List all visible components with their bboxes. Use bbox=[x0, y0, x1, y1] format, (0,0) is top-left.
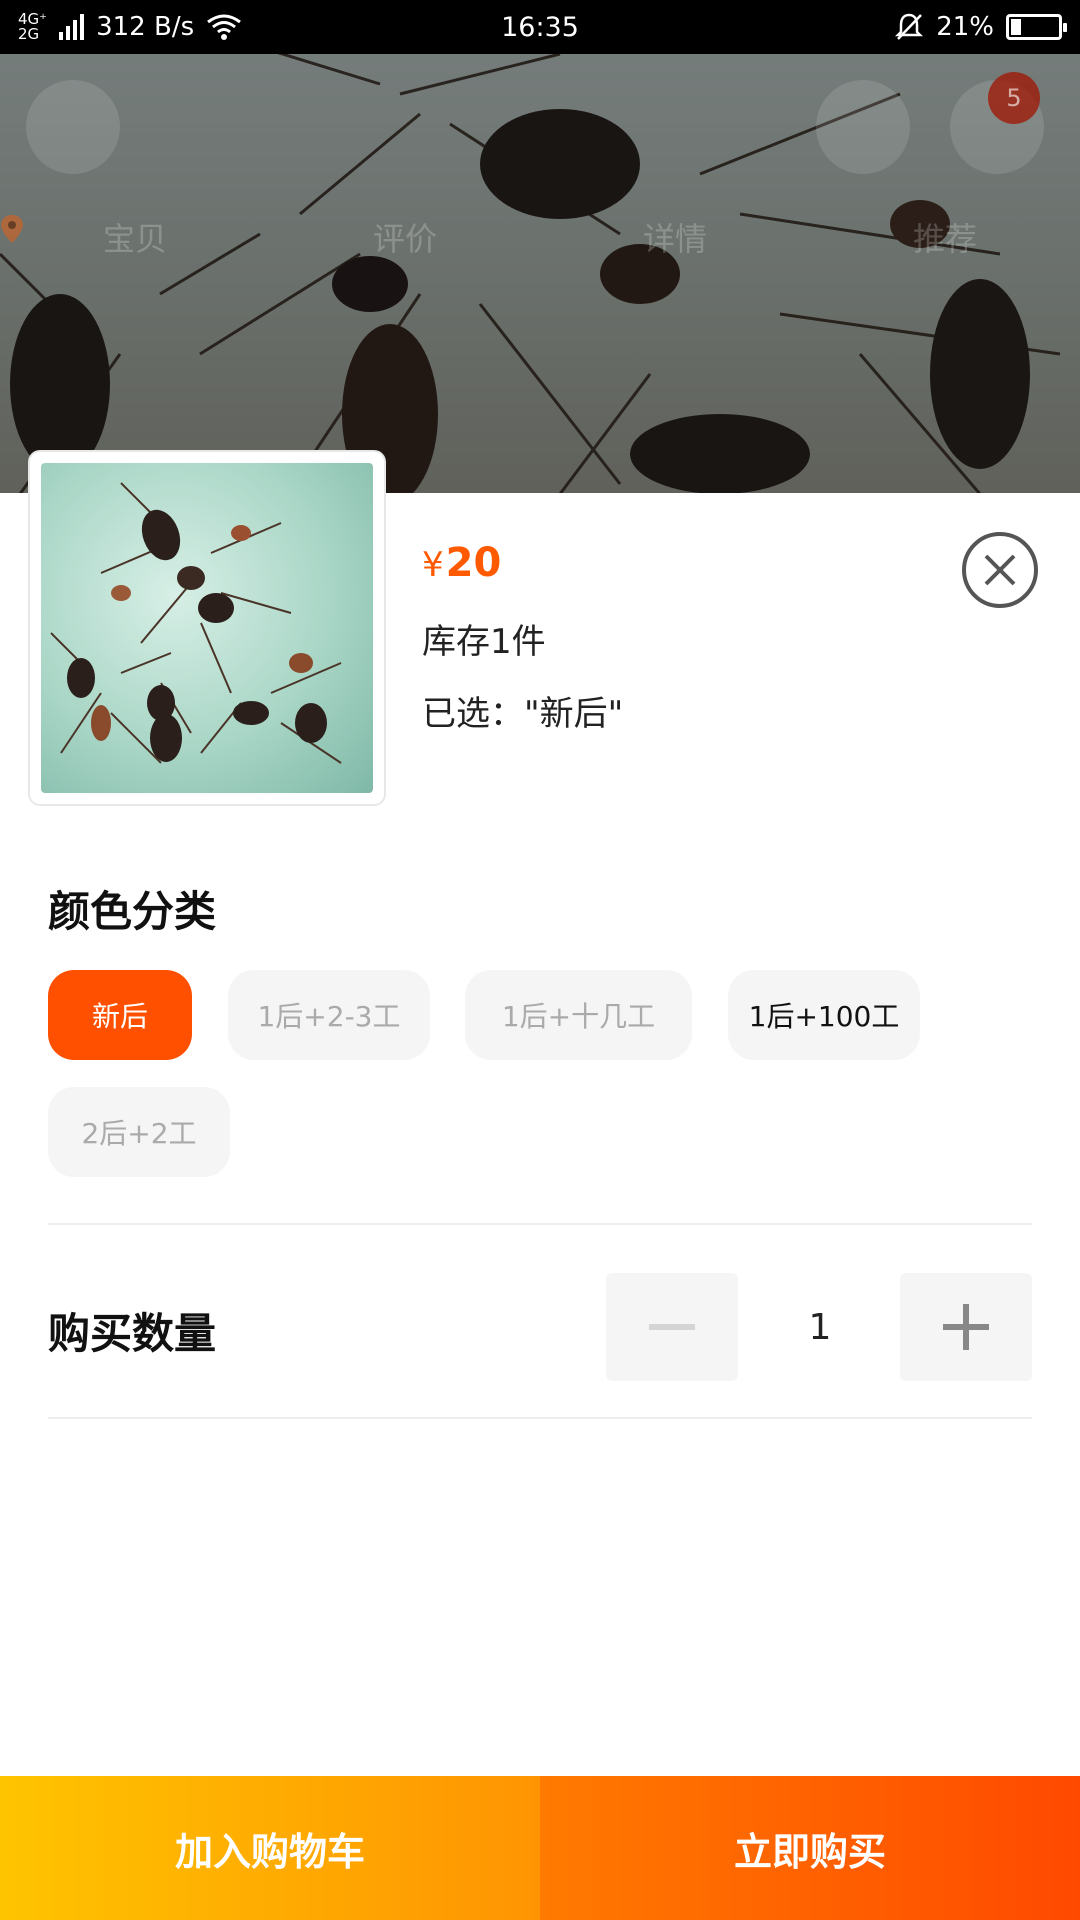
background-tab-label: 宝贝 bbox=[102, 220, 167, 258]
signal-icon bbox=[59, 14, 85, 40]
background-tab-label: 推荐 bbox=[912, 220, 977, 258]
product-price: ¥20 bbox=[422, 540, 501, 586]
status-bar: 4G⁺ 2G 312 B/s 16:35 21% bbox=[0, 0, 1080, 54]
network-type: 4G⁺ 2G bbox=[18, 12, 47, 42]
background-tab-bar: 宝贝 评价 详情 推荐 bbox=[0, 214, 1080, 260]
battery-fill bbox=[1011, 19, 1021, 35]
mute-bell-icon bbox=[895, 13, 924, 40]
spec-option-1q-2-3w[interactable]: 1后+2-3工 bbox=[228, 970, 430, 1060]
minus-icon bbox=[649, 1324, 695, 1330]
price-currency: ¥ bbox=[422, 545, 444, 585]
quantity-decrease-button[interactable] bbox=[606, 1273, 738, 1381]
product-thumbnail-image bbox=[41, 463, 373, 793]
background-tab-label: 详情 bbox=[642, 220, 707, 258]
close-button[interactable] bbox=[962, 532, 1038, 608]
add-to-cart-button[interactable]: 加入购物车 bbox=[0, 1776, 540, 1920]
background-tab-item: 宝贝 bbox=[0, 214, 270, 260]
background-tab-item: 详情 bbox=[540, 214, 810, 260]
spec-option-1q-100w[interactable]: 1后+100工 bbox=[728, 970, 920, 1060]
wifi-icon bbox=[207, 14, 242, 40]
background-back-button bbox=[26, 80, 120, 174]
price-value: 20 bbox=[445, 540, 502, 586]
background-dim-overlay[interactable] bbox=[0, 54, 1080, 494]
background-product-photo[interactable]: 5 宝贝 评价 详情 推荐 bbox=[0, 54, 1080, 494]
spec-option-2q-2w[interactable]: 2后+2工 bbox=[48, 1087, 230, 1177]
background-share-button bbox=[816, 80, 910, 174]
network-type-bottom: 2G bbox=[18, 25, 40, 43]
quantity-value[interactable]: 1 bbox=[738, 1273, 902, 1381]
quantity-label: 购买数量 bbox=[48, 1309, 217, 1358]
spec-section-title: 颜色分类 bbox=[48, 887, 217, 936]
spec-option-1q-dozen-w[interactable]: 1后+十几工 bbox=[465, 970, 692, 1060]
location-pin-icon bbox=[1, 215, 23, 243]
background-cart-badge: 5 bbox=[988, 72, 1040, 124]
divider bbox=[48, 1417, 1032, 1419]
background-tab-item: 评价 bbox=[270, 214, 540, 260]
buy-now-button[interactable]: 立即购买 bbox=[540, 1776, 1080, 1920]
status-right: 21% bbox=[894, 12, 1067, 42]
battery-percent: 21% bbox=[936, 12, 994, 42]
battery-icon bbox=[1006, 14, 1067, 40]
bottom-action-bar: 加入购物车 立即购买 bbox=[0, 1776, 1080, 1920]
selected-spec-text: 已选："新后" bbox=[422, 694, 624, 734]
spec-option-new-queen[interactable]: 新后 bbox=[48, 970, 192, 1060]
ants-thumbnail-illustration bbox=[50, 482, 342, 764]
background-tab-label: 评价 bbox=[372, 220, 437, 258]
network-speed: 312 B/s bbox=[96, 12, 195, 42]
stock-count: 库存1件 bbox=[422, 622, 546, 662]
divider bbox=[48, 1223, 1032, 1225]
product-thumbnail[interactable] bbox=[30, 452, 384, 804]
quantity-increase-button[interactable] bbox=[900, 1273, 1032, 1381]
status-left: 4G⁺ 2G 312 B/s bbox=[18, 12, 242, 42]
background-tab-item: 推荐 bbox=[810, 214, 1080, 260]
close-icon bbox=[984, 554, 1016, 586]
plus-icon bbox=[943, 1304, 989, 1350]
